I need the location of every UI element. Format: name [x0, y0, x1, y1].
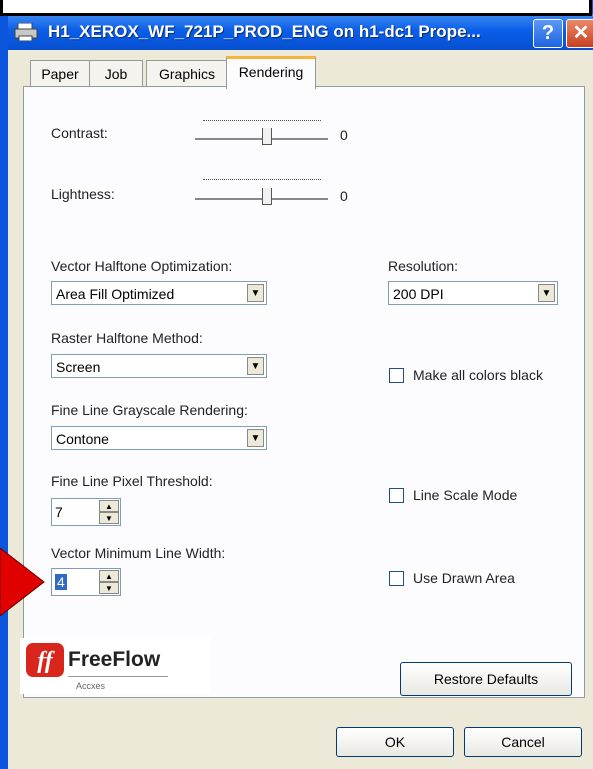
chevron-down-icon[interactable]: ▼: [247, 429, 264, 447]
vector-halftone-label: Vector Halftone Optimization:: [51, 258, 233, 274]
annotation-box: [0, 0, 592, 16]
raster-halftone-label: Raster Halftone Method:: [51, 330, 203, 346]
fine-line-threshold-value[interactable]: 7: [55, 504, 63, 520]
cancel-button[interactable]: Cancel: [464, 727, 582, 757]
make-all-black-checkbox[interactable]: [389, 368, 404, 383]
tab-graphics[interactable]: Graphics: [146, 60, 228, 87]
make-all-black-label[interactable]: Make all colors black: [413, 367, 543, 383]
spin-down-icon[interactable]: ▼: [99, 582, 119, 594]
use-drawn-area-label[interactable]: Use Drawn Area: [413, 570, 515, 586]
spin-up-icon[interactable]: ▲: [99, 570, 119, 582]
annotation-arrow-icon: [0, 548, 45, 616]
chevron-down-icon[interactable]: ▼: [538, 284, 555, 302]
window-title: H1_XEROX_WF_721P_PROD_ENG on h1-dc1 Prop…: [48, 22, 481, 41]
ok-button[interactable]: OK: [336, 727, 454, 757]
tab-paper[interactable]: Paper: [30, 60, 90, 87]
lightness-label: Lightness:: [51, 186, 115, 202]
contrast-thumb[interactable]: [262, 128, 272, 145]
contrast-ticks: [203, 120, 321, 127]
vector-halftone-value: Area Fill Optimized: [56, 286, 175, 302]
spin-down-icon[interactable]: ▼: [99, 512, 119, 524]
fine-line-gray-select[interactable]: Contone ▼: [51, 426, 267, 450]
vector-min-width-label: Vector Minimum Line Width:: [51, 545, 226, 561]
resolution-value: 200 DPI: [393, 286, 444, 302]
line-scale-mode-checkbox[interactable]: [389, 488, 404, 503]
close-button[interactable]: ✕: [566, 19, 593, 48]
svg-text:ff: ff: [37, 648, 55, 674]
printer-icon: [14, 23, 38, 41]
vector-min-width-value[interactable]: 4: [55, 574, 67, 590]
logo-subtitle: Accxes: [76, 681, 106, 691]
tab-job[interactable]: Job: [89, 60, 143, 87]
resolution-select[interactable]: 200 DPI ▼: [388, 281, 558, 305]
tab-rendering[interactable]: Rendering: [226, 56, 316, 89]
title-bar[interactable]: H1_XEROX_WF_721P_PROD_ENG on h1-dc1 Prop…: [8, 14, 593, 50]
lightness-value: 0: [340, 188, 348, 204]
chevron-down-icon[interactable]: ▼: [247, 284, 264, 302]
fine-line-gray-value: Contone: [56, 431, 109, 447]
properties-window: H1_XEROX_WF_721P_PROD_ENG on h1-dc1 Prop…: [0, 0, 593, 769]
spin-up-icon[interactable]: ▲: [99, 500, 119, 512]
use-drawn-area-checkbox[interactable]: [389, 571, 404, 586]
fine-line-gray-label: Fine Line Grayscale Rendering:: [51, 402, 248, 418]
contrast-value: 0: [340, 127, 348, 143]
restore-defaults-button[interactable]: Restore Defaults: [400, 662, 572, 696]
freeflow-logo-icon: ff: [26, 643, 64, 677]
contrast-label: Contrast:: [51, 125, 108, 141]
logo-name: FreeFlow: [68, 648, 161, 671]
raster-halftone-select[interactable]: Screen ▼: [51, 354, 267, 378]
help-button[interactable]: ?: [533, 19, 563, 48]
fine-line-threshold-label: Fine Line Pixel Threshold:: [51, 473, 213, 489]
vector-halftone-select[interactable]: Area Fill Optimized ▼: [51, 281, 267, 305]
raster-halftone-value: Screen: [56, 359, 101, 375]
resolution-label: Resolution:: [388, 258, 459, 274]
lightness-thumb[interactable]: [262, 188, 272, 205]
logo-divider: [68, 676, 168, 677]
line-scale-mode-label[interactable]: Line Scale Mode: [413, 487, 517, 503]
rendering-panel: [23, 86, 585, 698]
freeflow-logo: ff FreeFlow Accxes: [20, 638, 210, 694]
fine-line-threshold-spinner[interactable]: 7 ▲ ▼: [51, 498, 121, 526]
chevron-down-icon[interactable]: ▼: [247, 357, 264, 375]
lightness-ticks: [203, 179, 321, 186]
vector-min-width-spinner[interactable]: 4 ▲ ▼: [51, 568, 121, 596]
